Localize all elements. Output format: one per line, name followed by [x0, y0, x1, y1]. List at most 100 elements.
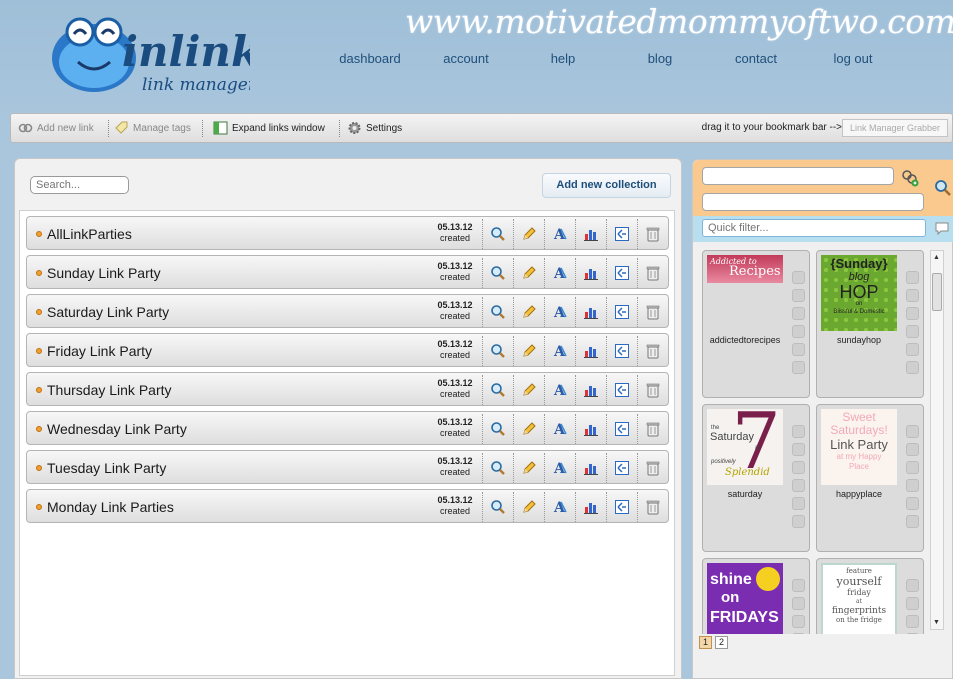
- scrollbar-thumb[interactable]: [932, 273, 942, 311]
- scroll-down-arrow-icon[interactable]: ▼: [933, 619, 940, 626]
- link-card-addictedtorecipes[interactable]: Addicted to Recipes addictedtorecipes: [702, 250, 810, 398]
- link-card-shineonfridays[interactable]: shine on FRIDAYS: [702, 558, 810, 634]
- link-title-input[interactable]: [702, 193, 924, 211]
- page-2[interactable]: 2: [715, 636, 728, 649]
- edit-icon[interactable]: [906, 597, 919, 610]
- view-icon[interactable]: [482, 375, 513, 405]
- nav-dashboard[interactable]: dashboard: [320, 51, 420, 66]
- embed-code-icon[interactable]: [606, 453, 637, 483]
- view-icon[interactable]: [482, 336, 513, 366]
- add-new-link-button[interactable]: Add new link: [18, 121, 94, 135]
- info-icon[interactable]: [792, 425, 805, 438]
- manage-tags-button[interactable]: Manage tags: [114, 121, 191, 135]
- nav-help[interactable]: help: [513, 51, 613, 66]
- edit-icon[interactable]: [792, 289, 805, 302]
- embed-code-icon[interactable]: [606, 258, 637, 288]
- collection-name[interactable]: Monday Link Parties: [47, 499, 174, 515]
- collection-row[interactable]: Wednesday Link Party 05.13.12 created A: [26, 411, 669, 445]
- collection-row[interactable]: Saturday Link Party 05.13.12 created A: [26, 294, 669, 328]
- search-icon[interactable]: [934, 179, 952, 197]
- collection-row[interactable]: Thursday Link Party 05.13.12 created A: [26, 372, 669, 406]
- collection-name[interactable]: Sunday Link Party: [47, 265, 161, 281]
- edit-icon[interactable]: [513, 453, 544, 483]
- copy-icon[interactable]: [792, 633, 805, 634]
- style-icon[interactable]: A: [544, 414, 575, 444]
- view-icon[interactable]: [482, 453, 513, 483]
- delete-icon[interactable]: [906, 515, 919, 528]
- info-icon[interactable]: [792, 579, 805, 592]
- stats-icon[interactable]: [575, 297, 606, 327]
- nav-blog[interactable]: blog: [610, 51, 710, 66]
- stats-icon[interactable]: [575, 375, 606, 405]
- edit-icon[interactable]: [513, 297, 544, 327]
- delete-icon[interactable]: [637, 297, 668, 327]
- collection-row[interactable]: AllLinkParties 05.13.12 created A: [26, 216, 669, 250]
- link-url-input[interactable]: [702, 167, 894, 185]
- tag-icon[interactable]: [792, 461, 805, 474]
- copy-icon[interactable]: [792, 325, 805, 338]
- view-icon[interactable]: [482, 297, 513, 327]
- embed-code-icon[interactable]: [606, 375, 637, 405]
- delete-icon[interactable]: [637, 375, 668, 405]
- view-icon[interactable]: [482, 414, 513, 444]
- stats-icon[interactable]: [575, 219, 606, 249]
- delete-icon[interactable]: [906, 361, 919, 374]
- stats-icon[interactable]: [575, 336, 606, 366]
- copy-icon[interactable]: [906, 479, 919, 492]
- link-card-featureyourselffriday[interactable]: feature yourself friday at fingerprints …: [816, 558, 924, 634]
- info-icon[interactable]: [906, 579, 919, 592]
- collection-row[interactable]: Sunday Link Party 05.13.12 created A: [26, 255, 669, 289]
- nav-account[interactable]: account: [416, 51, 516, 66]
- delete-icon[interactable]: [792, 361, 805, 374]
- delete-icon[interactable]: [637, 336, 668, 366]
- expand-links-window-button[interactable]: Expand links window: [213, 121, 325, 135]
- delete-icon[interactable]: [637, 492, 668, 522]
- stats-icon[interactable]: [906, 343, 919, 356]
- delete-icon[interactable]: [637, 219, 668, 249]
- style-icon[interactable]: A: [544, 375, 575, 405]
- tag-icon[interactable]: [906, 307, 919, 320]
- page-1[interactable]: 1: [699, 636, 712, 649]
- link-card-happyplace[interactable]: Sweet Saturdays! Link Party at my Happy …: [816, 404, 924, 552]
- edit-icon[interactable]: [513, 414, 544, 444]
- collection-row[interactable]: Monday Link Parties 05.13.12 created A: [26, 489, 669, 523]
- nav-contact[interactable]: contact: [706, 51, 806, 66]
- view-icon[interactable]: [482, 492, 513, 522]
- edit-icon[interactable]: [513, 219, 544, 249]
- edit-icon[interactable]: [906, 289, 919, 302]
- collection-name[interactable]: Tuesday Link Party: [47, 460, 166, 476]
- style-icon[interactable]: A: [544, 297, 575, 327]
- collection-row[interactable]: Tuesday Link Party 05.13.12 created A: [26, 450, 669, 484]
- collection-row[interactable]: Friday Link Party 05.13.12 created A: [26, 333, 669, 367]
- link-card-sundayhop[interactable]: {Sunday} blog HOP on Blissful & Domestic…: [816, 250, 924, 398]
- info-icon[interactable]: [906, 271, 919, 284]
- collection-name[interactable]: Saturday Link Party: [47, 304, 169, 320]
- delete-icon[interactable]: [637, 414, 668, 444]
- edit-icon[interactable]: [792, 597, 805, 610]
- collection-name[interactable]: Wednesday Link Party: [47, 421, 187, 437]
- view-icon[interactable]: [482, 219, 513, 249]
- link-manager-grabber[interactable]: Link Manager Grabber: [842, 119, 948, 137]
- info-icon[interactable]: [792, 271, 805, 284]
- vertical-scrollbar[interactable]: ▲ ▼: [930, 250, 944, 630]
- style-icon[interactable]: A: [544, 453, 575, 483]
- stats-icon[interactable]: [792, 343, 805, 356]
- edit-icon[interactable]: [513, 492, 544, 522]
- edit-icon[interactable]: [906, 443, 919, 456]
- style-icon[interactable]: A: [544, 492, 575, 522]
- embed-code-icon[interactable]: [606, 219, 637, 249]
- add-link-icon[interactable]: [901, 169, 919, 187]
- embed-code-icon[interactable]: [606, 414, 637, 444]
- settings-button[interactable]: Settings: [347, 121, 402, 135]
- add-new-collection-button[interactable]: Add new collection: [542, 173, 671, 198]
- stats-icon[interactable]: [792, 497, 805, 510]
- stats-icon[interactable]: [575, 414, 606, 444]
- tag-icon[interactable]: [906, 615, 919, 628]
- embed-code-icon[interactable]: [606, 336, 637, 366]
- style-icon[interactable]: A: [544, 258, 575, 288]
- style-icon[interactable]: A: [544, 219, 575, 249]
- delete-icon[interactable]: [637, 453, 668, 483]
- link-card-saturday[interactable]: 7 the Saturday at positively Splendid sa…: [702, 404, 810, 552]
- scroll-up-arrow-icon[interactable]: ▲: [933, 254, 940, 261]
- comment-icon[interactable]: [934, 220, 950, 236]
